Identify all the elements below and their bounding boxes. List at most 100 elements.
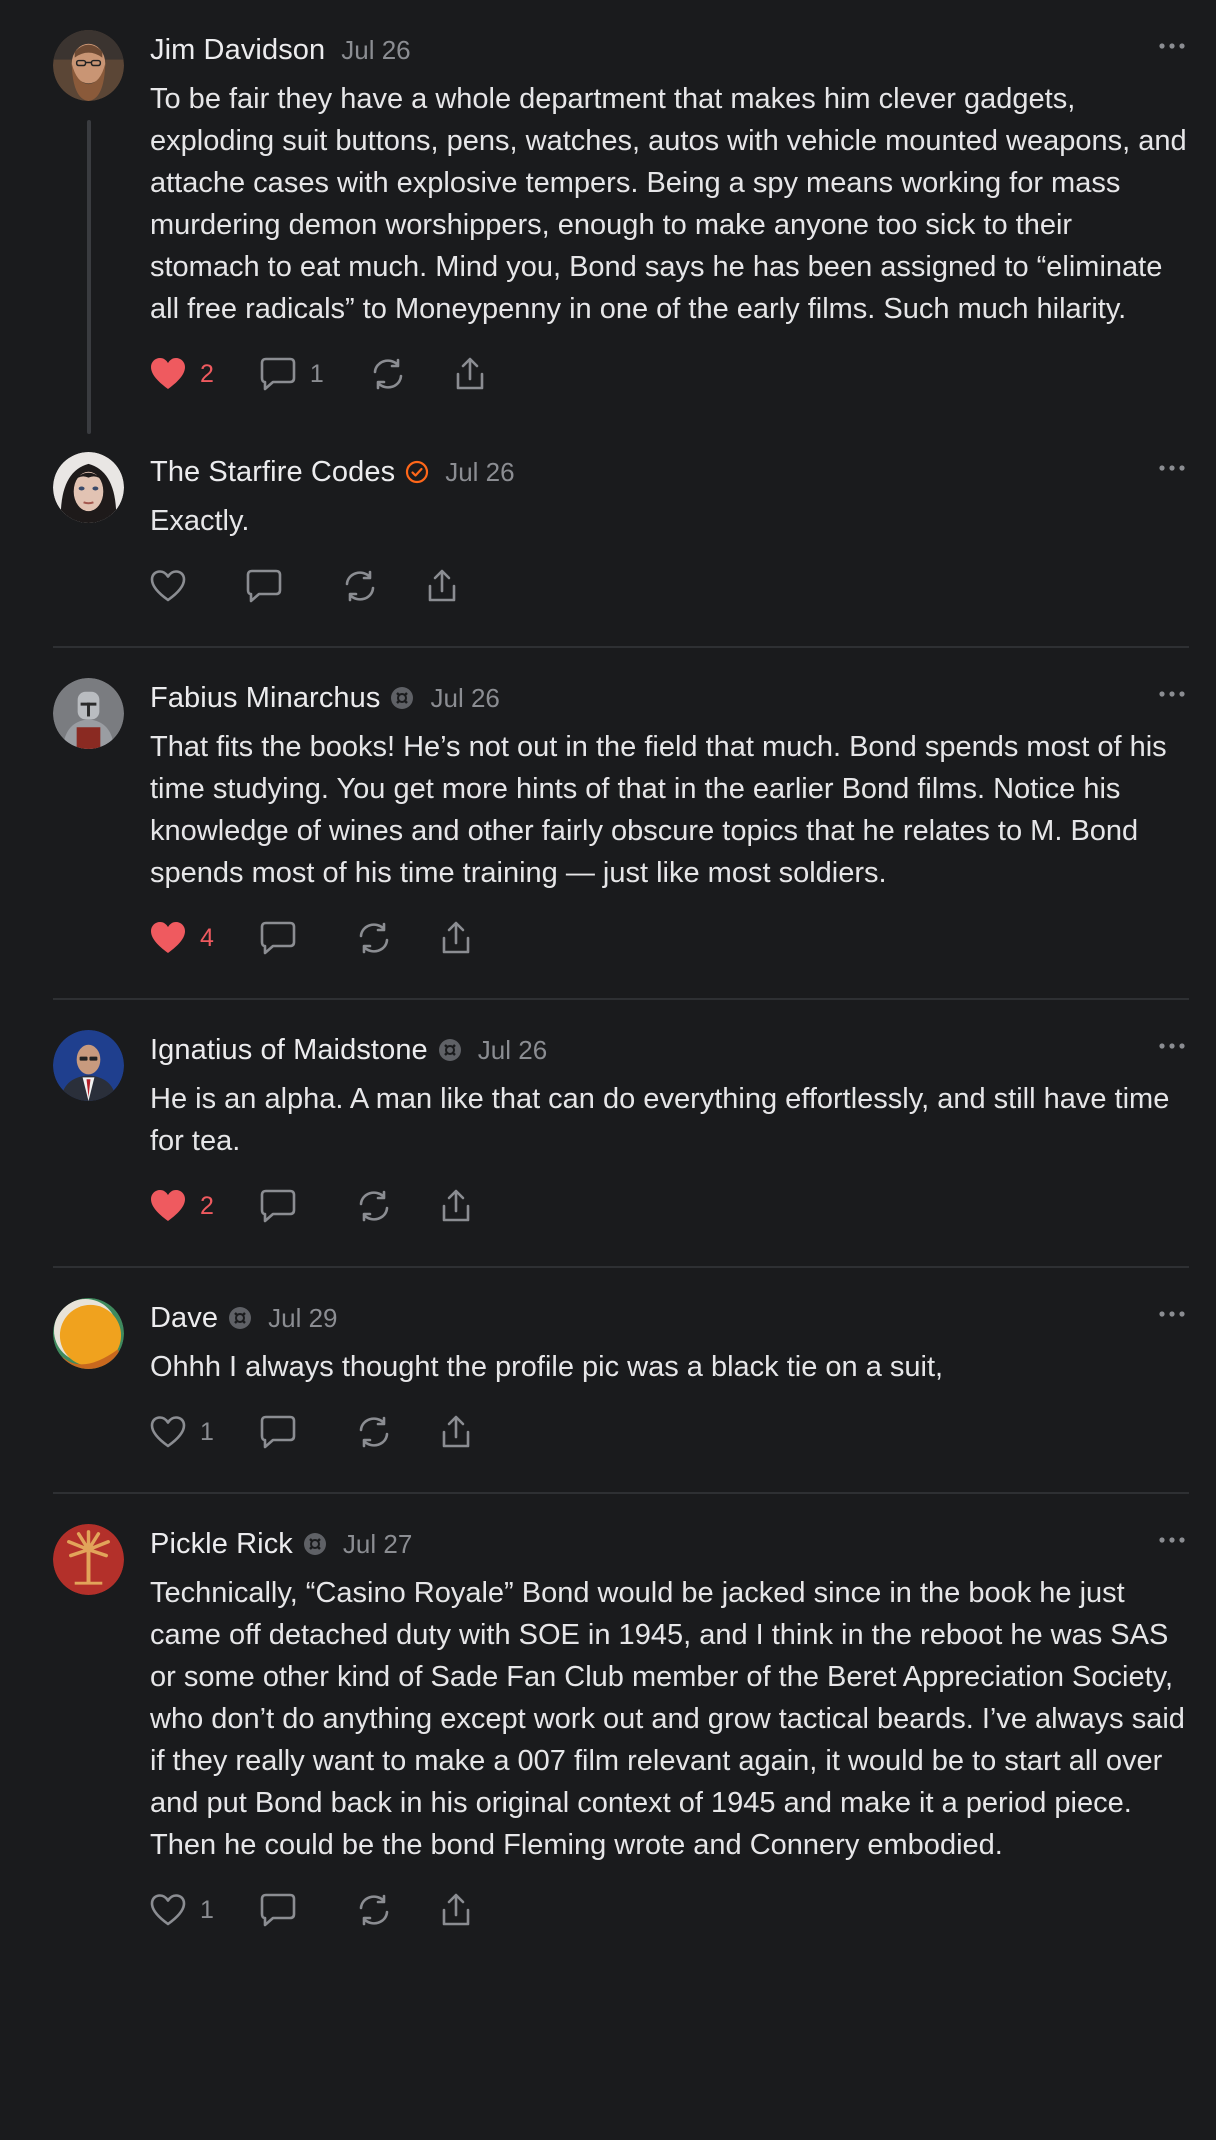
comment-date[interactable]: Jul 26	[341, 35, 410, 66]
restack-button[interactable]	[370, 357, 406, 391]
comment-bubble-icon	[260, 357, 296, 391]
restack-button[interactable]	[356, 1893, 392, 1927]
comment: Dave Jul 29 Ohhh I always thought the pr…	[53, 1266, 1189, 1492]
reply-button[interactable]	[260, 1189, 310, 1223]
comment-date[interactable]: Jul 26	[430, 683, 499, 714]
palm-tree-seal-avatar[interactable]	[53, 1524, 124, 1595]
heart-outline-icon	[150, 570, 186, 602]
comment-date[interactable]: Jul 27	[343, 1529, 412, 1560]
subscriber-badge-icon	[229, 1307, 252, 1329]
more-options-icon[interactable]	[1157, 458, 1187, 478]
comment-actions: 1	[150, 1888, 1189, 1932]
share-icon	[428, 569, 456, 602]
comment: The Starfire Codes Jul 26 Exactly.	[53, 434, 1189, 646]
like-count: 1	[200, 1895, 214, 1924]
woman-portrait-avatar[interactable]	[53, 452, 124, 523]
share-button[interactable]	[438, 921, 474, 955]
share-button[interactable]	[438, 1189, 474, 1223]
reply-button[interactable]	[260, 1893, 310, 1927]
more-options-icon[interactable]	[1157, 1304, 1187, 1324]
like-count: 1	[200, 1417, 214, 1446]
reply-count: 1	[309, 359, 324, 388]
heart-outline-icon	[150, 1894, 186, 1926]
heart-outline-icon	[150, 1416, 186, 1448]
share-icon	[442, 1189, 470, 1222]
comment-bubble-icon	[260, 1189, 296, 1223]
restack-icon	[373, 358, 403, 390]
restack-button[interactable]	[356, 1415, 392, 1449]
author-name[interactable]: Ignatius of Maidstone	[150, 1034, 428, 1067]
more-options-icon[interactable]	[1157, 1036, 1187, 1056]
share-button[interactable]	[424, 569, 460, 603]
more-options-icon[interactable]	[1157, 36, 1187, 56]
bearded-man-avatar[interactable]	[53, 30, 124, 101]
share-button[interactable]	[452, 357, 488, 391]
share-icon	[442, 1893, 470, 1926]
comment-thread: Jim Davidson Jul 26 To be fair they have…	[53, 0, 1189, 1970]
like-button[interactable]: 1	[150, 1893, 214, 1927]
author-name[interactable]: The Starfire Codes	[150, 456, 395, 489]
comment: Jim Davidson Jul 26 To be fair they have…	[53, 0, 1189, 434]
comment-body: To be fair they have a whole department …	[150, 83, 1187, 325]
share-icon	[442, 921, 470, 954]
restack-icon	[345, 570, 375, 602]
comment-bubble-icon	[246, 569, 282, 603]
heart-filled-icon	[151, 1190, 185, 1221]
comment-actions	[150, 564, 1189, 608]
like-count: 2	[200, 359, 214, 388]
comment-actions: 1	[150, 1410, 1189, 1454]
author-name[interactable]: Fabius Minarchus	[150, 682, 380, 715]
like-button[interactable]: 2	[150, 357, 214, 391]
comment-actions: 2	[150, 1184, 1189, 1228]
restack-button[interactable]	[356, 1189, 392, 1223]
comment-date[interactable]: Jul 29	[268, 1303, 337, 1334]
like-button[interactable]	[150, 569, 200, 603]
like-button[interactable]: 2	[150, 1189, 214, 1223]
reply-button[interactable]	[260, 921, 310, 955]
restack-icon	[359, 922, 389, 954]
restack-icon	[359, 1894, 389, 1926]
comment: Ignatius of Maidstone Jul 26 He is an al…	[53, 998, 1189, 1266]
author-name[interactable]: Pickle Rick	[150, 1528, 293, 1561]
comment: Fabius Minarchus Jul 26 That fits the bo…	[53, 646, 1189, 998]
reply-button[interactable]	[246, 569, 296, 603]
comment-body: That fits the books! He’s not out in the…	[150, 731, 1167, 889]
comment-bubble-icon	[260, 1415, 296, 1449]
more-options-icon[interactable]	[1157, 684, 1187, 704]
like-count: 4	[200, 923, 214, 952]
comment-date[interactable]: Jul 26	[445, 457, 514, 488]
like-count: 2	[200, 1191, 214, 1220]
reply-button[interactable]	[260, 1415, 310, 1449]
share-icon	[456, 357, 484, 390]
reply-button[interactable]: 1	[260, 357, 324, 391]
share-icon	[442, 1415, 470, 1448]
like-button[interactable]: 4	[150, 921, 214, 955]
restack-icon	[359, 1190, 389, 1222]
verified-badge-icon	[406, 460, 429, 484]
like-button[interactable]: 1	[150, 1415, 214, 1449]
restack-icon	[359, 1416, 389, 1448]
author-name[interactable]: Jim Davidson	[150, 34, 325, 67]
armored-knight-avatar[interactable]	[53, 678, 124, 749]
subscriber-badge-icon	[303, 1533, 326, 1555]
more-options-icon[interactable]	[1157, 1530, 1187, 1550]
restack-button[interactable]	[342, 569, 378, 603]
share-button[interactable]	[438, 1415, 474, 1449]
heart-filled-icon	[151, 922, 185, 953]
heart-filled-icon	[151, 358, 185, 389]
restack-button[interactable]	[356, 921, 392, 955]
comment-bubble-icon	[260, 1893, 296, 1927]
comment-body: He is an alpha. A man like that can do e…	[150, 1083, 1170, 1157]
cartoon-man-avatar[interactable]	[53, 1030, 124, 1101]
author-name[interactable]: Dave	[150, 1302, 218, 1335]
comment-body: Exactly.	[150, 505, 250, 537]
thread-line	[87, 120, 91, 434]
comment-actions: 4	[150, 916, 1189, 960]
comment-actions: 2 1	[150, 352, 1189, 396]
comment-bubble-icon	[260, 921, 296, 955]
comment-date[interactable]: Jul 26	[478, 1035, 547, 1066]
comment-body: Ohhh I always thought the profile pic wa…	[150, 1351, 944, 1383]
comment: Pickle Rick Jul 27 Technically, “Casino …	[53, 1492, 1189, 1970]
share-button[interactable]	[438, 1893, 474, 1927]
orange-circle-avatar[interactable]	[53, 1298, 124, 1369]
